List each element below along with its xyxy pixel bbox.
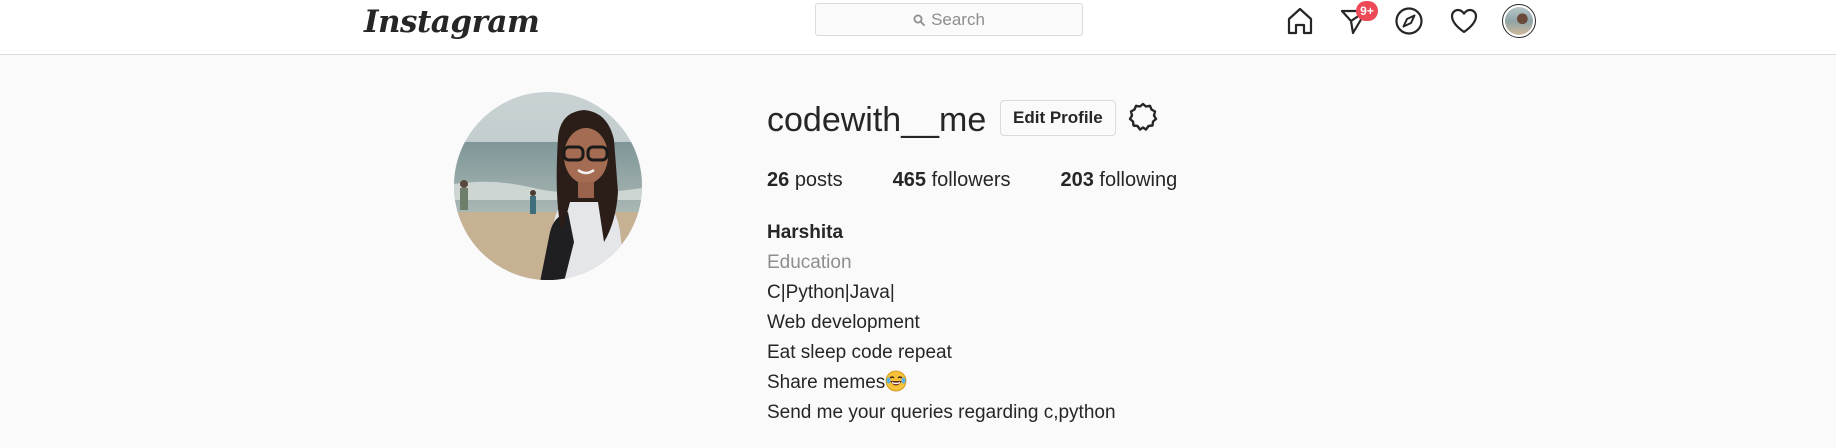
posts-count: 26 xyxy=(767,169,790,191)
notification-badge: 9+ xyxy=(1356,1,1378,21)
top-navigation-bar: Instagram Search 9+ xyxy=(0,0,1836,55)
home-icon[interactable] xyxy=(1284,5,1316,37)
followers-label: followers xyxy=(931,169,1011,191)
profile-avatar-nav[interactable] xyxy=(1502,4,1536,38)
following-stat[interactable]: 203 following xyxy=(1060,168,1177,192)
followers-count: 465 xyxy=(892,169,926,191)
bio-line: C|Python|Java| xyxy=(767,282,895,303)
edit-profile-button[interactable]: Edit Profile xyxy=(1000,100,1116,136)
gear-icon xyxy=(1128,102,1158,131)
following-count: 203 xyxy=(1060,169,1094,191)
compass-icon[interactable] xyxy=(1393,5,1425,37)
following-label: following xyxy=(1099,169,1178,191)
profile-stats: 26 posts 465 followers 203 following xyxy=(767,168,1177,192)
instagram-logo[interactable]: Instagram xyxy=(364,0,540,44)
bio-line: Web development xyxy=(767,312,920,333)
profile-picture[interactable] xyxy=(454,92,642,280)
settings-button[interactable] xyxy=(1126,100,1160,134)
bio-line: Share memes xyxy=(767,372,886,393)
posts-stat: 26 posts xyxy=(767,168,843,192)
search-icon xyxy=(913,14,925,26)
profile-bio: Harshita Education C|Python|Java| Web de… xyxy=(767,218,1116,428)
profile-category: Education xyxy=(767,252,852,273)
posts-label: posts xyxy=(794,169,843,191)
bio-line: Eat sleep code repeat xyxy=(767,342,952,363)
direct-messages-button[interactable]: 9+ xyxy=(1338,1,1378,37)
profile-username: codewith__me xyxy=(767,101,987,139)
heart-icon[interactable] xyxy=(1448,5,1480,37)
followers-stat[interactable]: 465 followers xyxy=(893,168,1011,192)
bio-line-with-emoji: Share memes xyxy=(767,368,1116,398)
profile-full-name: Harshita xyxy=(767,222,844,243)
avatar xyxy=(1505,7,1533,35)
search-box[interactable]: Search xyxy=(815,3,1083,36)
laughing-emoji-icon xyxy=(885,370,907,392)
search-placeholder: Search xyxy=(931,9,985,29)
bio-line: Send me your queries regarding c,python xyxy=(767,402,1116,423)
